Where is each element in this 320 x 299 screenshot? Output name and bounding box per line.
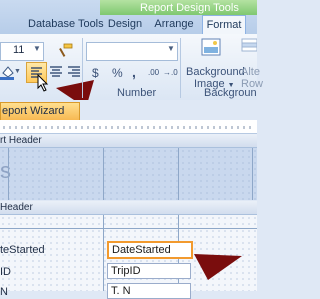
fill-color-dropdown-icon[interactable]: ▼ (14, 68, 21, 75)
tab-arrange[interactable]: Arrange (151, 15, 197, 34)
date-started-field[interactable]: DateStarted (107, 241, 193, 259)
guide-line (0, 228, 257, 229)
guide-line (252, 148, 253, 200)
chevron-down-icon: ▼ (167, 44, 175, 53)
trip-id-field[interactable]: TripID (107, 263, 191, 279)
date-started-label[interactable]: teStarted (0, 243, 96, 257)
horizontal-ruler (0, 120, 257, 134)
page-header-bar[interactable]: Header (0, 201, 257, 215)
currency-button[interactable]: $ (92, 66, 99, 80)
report-header-area[interactable]: s (0, 148, 257, 200)
document-tab-label: eport Wizard (2, 105, 65, 117)
group-label-number: Number (117, 87, 157, 99)
guide-line (8, 148, 9, 200)
next-field-label[interactable]: N (0, 285, 96, 299)
chevron-down-icon: ▼ (33, 44, 41, 53)
background-image-label: Background (186, 66, 245, 78)
report-header-bar[interactable]: rt Header (0, 134, 257, 148)
trip-id-label[interactable]: ID (0, 265, 96, 279)
number-format-dropdown[interactable]: ▼ (86, 42, 178, 61)
mouse-cursor-icon (37, 74, 49, 92)
next-field[interactable]: T. N (107, 283, 191, 299)
group-separator (82, 38, 83, 98)
tab-format[interactable]: Format (202, 15, 246, 35)
ruler-ticks (3, 126, 251, 129)
guide-line (103, 215, 104, 291)
report-header-label: rt Header (0, 135, 42, 146)
tab-database-tools[interactable]: Database Tools (28, 15, 104, 34)
decrease-decimal-button[interactable]: →.0 (163, 68, 178, 77)
group-separator (180, 38, 181, 98)
tab-design[interactable]: Design (103, 15, 147, 34)
contextual-tab-title: Report Design Tools (140, 2, 239, 14)
tab-overflow (0, 15, 8, 34)
comma-button[interactable]: , (132, 64, 136, 80)
document-tab[interactable]: eport Wizard (0, 102, 80, 121)
increase-decimal-button[interactable]: .00 (148, 68, 159, 77)
page-header-label: Header (0, 202, 33, 213)
font-size-value: 11 (13, 44, 25, 56)
report-header-text: s (0, 158, 11, 183)
format-painter-icon[interactable] (58, 43, 74, 59)
group-label-background: Backgroun (204, 87, 257, 99)
alternate-row-label: Alte (241, 66, 260, 78)
annotation-arrow-icon (194, 254, 242, 280)
align-right-icon[interactable] (66, 64, 82, 80)
alternate-row-color-icon[interactable] (240, 37, 257, 59)
guide-line (103, 148, 104, 200)
background-image-icon[interactable] (200, 37, 222, 59)
align-center-icon[interactable] (48, 64, 64, 80)
font-size-dropdown[interactable]: 11 ▼ (0, 42, 44, 61)
guide-line (178, 148, 179, 200)
percent-button[interactable]: % (112, 66, 123, 80)
